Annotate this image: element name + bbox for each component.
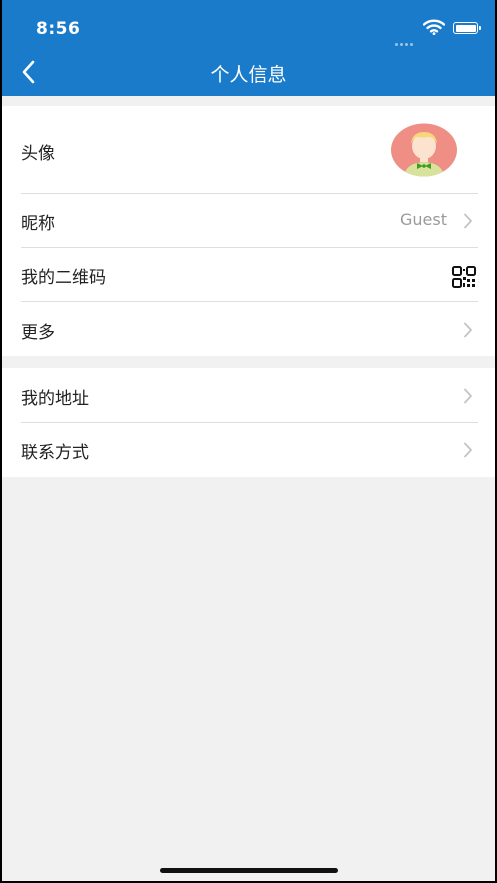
row-nickname[interactable]: 昵称 Guest [2, 194, 495, 247]
row-label: 我的地址 [21, 389, 89, 409]
wifi-icon [423, 19, 445, 35]
chevron-right-icon [464, 442, 472, 458]
row-label: 我的二维码 [21, 268, 106, 288]
avatar[interactable] [390, 123, 458, 177]
chevron-right-icon [464, 213, 472, 229]
row-label: 更多 [21, 323, 55, 343]
contact-group: 我的地址 联系方式 [2, 368, 495, 477]
top-bar: 8:56 个人信息 [2, 0, 495, 96]
row-contact[interactable]: 联系方式 [2, 423, 495, 477]
profile-group: 头像 昵称 Guest 我的二维码 更多 [2, 106, 495, 356]
row-label: 昵称 [21, 214, 55, 234]
chevron-right-icon [464, 322, 472, 338]
home-indicator [160, 868, 338, 873]
row-label: 头像 [21, 144, 55, 164]
status-time: 8:56 [36, 19, 81, 39]
row-address[interactable]: 我的地址 [2, 368, 495, 422]
row-avatar[interactable]: 头像 [2, 106, 495, 193]
battery-icon [453, 22, 481, 34]
chevron-right-icon [464, 388, 472, 404]
row-label: 联系方式 [21, 443, 89, 463]
nickname-value: Guest [400, 210, 447, 229]
screen: 8:56 个人信息 头像 昵称 Guest 我的二维码 更多 我的地址 联系方式 [2, 0, 495, 881]
row-qr-code[interactable]: 我的二维码 [2, 248, 495, 301]
page-title: 个人信息 [210, 64, 287, 86]
signal-icon [395, 31, 415, 50]
qr-code-icon[interactable] [452, 266, 476, 288]
row-more[interactable]: 更多 [2, 302, 495, 356]
